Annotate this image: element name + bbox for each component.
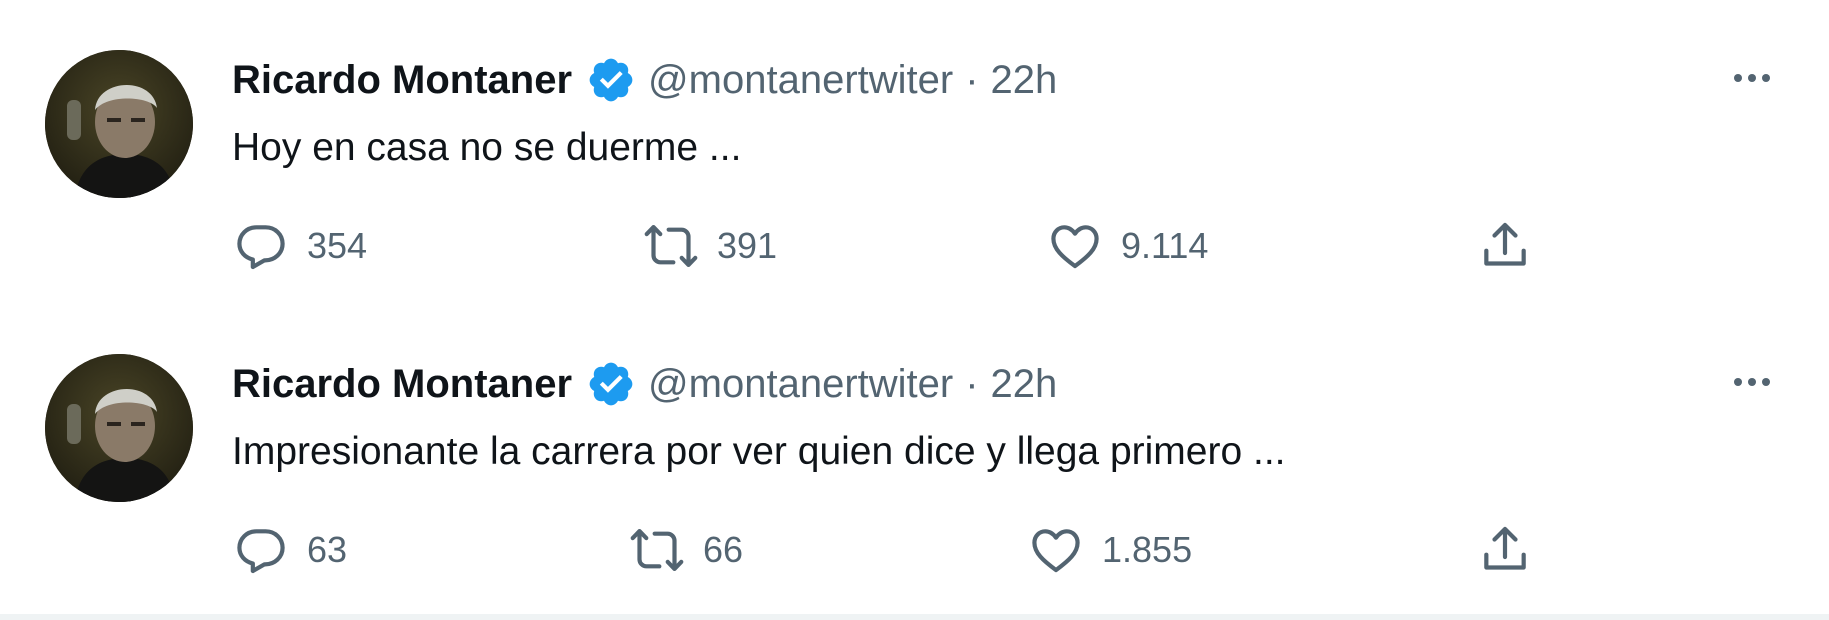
share-icon: [1477, 522, 1533, 578]
retweet-icon: [643, 218, 699, 274]
tweet-text: Hoy en casa no se duerme ...: [232, 126, 742, 169]
like-button[interactable]: 1.855: [1028, 522, 1192, 578]
profile-photo: [45, 354, 193, 502]
more-icon[interactable]: [1724, 63, 1780, 93]
author-handle[interactable]: @montanertwiter: [648, 362, 953, 407]
retweet-button[interactable]: 391: [643, 218, 777, 274]
share-button[interactable]: [1477, 218, 1533, 274]
separator-dot: ·: [965, 361, 979, 406]
tweet-header: Ricardo Montaner @montanertwiter · 22h: [232, 54, 1057, 106]
share-button[interactable]: [1477, 522, 1533, 578]
retweet-count: 66: [703, 529, 744, 570]
tweet-header: Ricardo Montaner @montanertwiter · 22h: [232, 358, 1057, 410]
retweet-count: 391: [717, 225, 778, 266]
avatar[interactable]: [45, 354, 193, 502]
reply-button[interactable]: 63: [233, 522, 347, 578]
tweet-text: Impresionante la carrera por ver quien d…: [232, 430, 1286, 473]
author-name[interactable]: Ricardo Montaner: [232, 362, 572, 407]
profile-photo: [45, 50, 193, 198]
tweet[interactable]: Ricardo Montaner @montanertwiter · 22h H…: [0, 0, 1829, 310]
separator-dot: ·: [965, 57, 979, 102]
author-handle[interactable]: @montanertwiter: [648, 58, 953, 103]
like-icon: [1047, 218, 1103, 274]
retweet-icon: [629, 522, 685, 578]
reply-icon: [233, 522, 289, 578]
reply-count: 63: [307, 529, 348, 570]
like-count: 9.114: [1121, 225, 1209, 266]
verified-badge-icon: [586, 55, 636, 105]
reply-button[interactable]: 354: [233, 218, 367, 274]
like-count: 1.855: [1102, 529, 1193, 570]
tweet[interactable]: Ricardo Montaner @montanertwiter · 22h I…: [0, 310, 1829, 620]
like-icon: [1028, 522, 1084, 578]
avatar[interactable]: [45, 50, 193, 198]
retweet-button[interactable]: 66: [629, 522, 743, 578]
bottom-divider: [0, 614, 1829, 620]
timestamp[interactable]: 22h: [991, 58, 1058, 103]
more-icon[interactable]: [1724, 367, 1780, 397]
like-button[interactable]: 9.114: [1047, 218, 1208, 274]
verified-badge-icon: [586, 359, 636, 409]
timestamp[interactable]: 22h: [991, 362, 1058, 407]
reply-count: 354: [307, 225, 368, 266]
reply-icon: [233, 218, 289, 274]
share-icon: [1477, 218, 1533, 274]
author-name[interactable]: Ricardo Montaner: [232, 58, 572, 103]
